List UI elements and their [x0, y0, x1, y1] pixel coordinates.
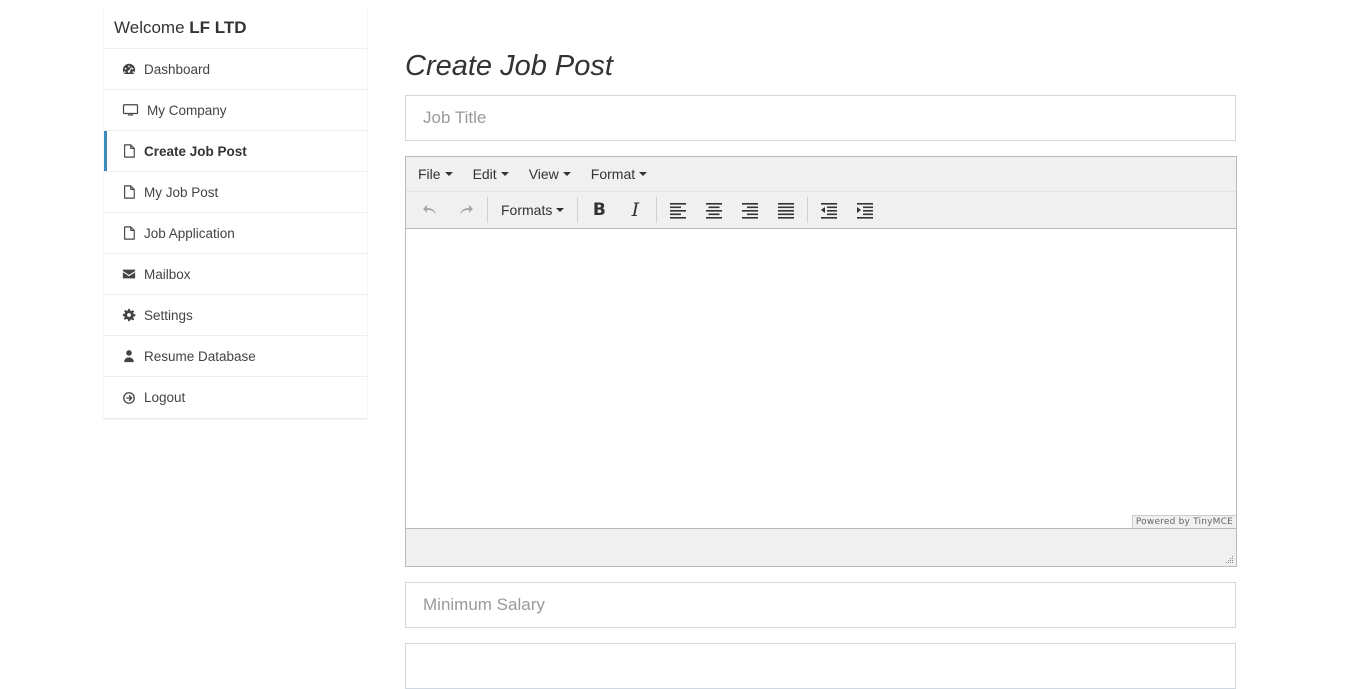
- rich-text-editor: File Edit View Format Formats B I Powere…: [405, 156, 1237, 567]
- editor-toolbar: Formats B I: [406, 192, 1236, 229]
- dashboard-icon: [122, 62, 136, 76]
- outdent-icon: [821, 203, 838, 219]
- sidebar-item-job-application[interactable]: Job Application: [104, 213, 367, 254]
- editor-menubar: File Edit View Format: [406, 157, 1236, 192]
- page-title: Create Job Post: [405, 50, 613, 82]
- align-left-icon: [670, 203, 687, 219]
- sidebar-item-label: Logout: [144, 390, 186, 405]
- sidebar-item-label: Mailbox: [144, 266, 191, 282]
- align-right-button[interactable]: [732, 195, 768, 225]
- undo-button[interactable]: [412, 195, 448, 225]
- sidebar-item-label: Settings: [144, 307, 193, 323]
- sidebar-item-create-job-post[interactable]: Create Job Post: [104, 131, 367, 172]
- align-center-icon: [706, 203, 723, 219]
- sidebar-item-label: Job Application: [144, 225, 235, 241]
- toolbar-separator: [487, 197, 488, 223]
- job-title-input[interactable]: [405, 95, 1236, 141]
- caret-down-icon: [562, 172, 571, 176]
- menu-view[interactable]: View: [523, 166, 577, 182]
- menu-label: View: [528, 166, 559, 182]
- logout-icon: [122, 391, 136, 405]
- align-right-icon: [742, 203, 759, 219]
- envelope-icon: [122, 267, 136, 281]
- user-icon: [122, 349, 136, 363]
- sidebar-item-settings[interactable]: Settings: [104, 295, 367, 336]
- redo-icon: [460, 205, 473, 215]
- align-left-button[interactable]: [660, 195, 696, 225]
- menu-label: Edit: [472, 166, 497, 182]
- sidebar-item-dashboard[interactable]: Dashboard: [104, 49, 367, 90]
- editor-statusbar: [406, 529, 1236, 566]
- maximum-salary-input[interactable]: [405, 643, 1236, 689]
- sidebar-item-label: My Job Post: [144, 184, 219, 200]
- indent-icon: [857, 203, 874, 219]
- formats-dropdown[interactable]: Formats: [491, 195, 574, 225]
- menu-file[interactable]: File: [412, 166, 459, 182]
- italic-button[interactable]: I: [617, 195, 653, 225]
- sidebar-item-logout[interactable]: Logout: [104, 377, 367, 418]
- toolbar-separator: [807, 197, 809, 223]
- italic-icon: I: [631, 199, 640, 221]
- bold-button[interactable]: B: [581, 195, 617, 225]
- caret-down-icon: [639, 172, 648, 176]
- file-icon: [122, 144, 136, 158]
- sidebar-item-my-job-post[interactable]: My Job Post: [104, 172, 367, 213]
- caret-down-icon: [556, 208, 565, 212]
- sidebar-item-label: My Company: [147, 102, 227, 118]
- menu-format[interactable]: Format: [585, 166, 653, 182]
- bold-icon: B: [592, 200, 606, 220]
- gear-icon: [122, 308, 136, 322]
- sidebar-item-resume-database[interactable]: Resume Database: [104, 336, 367, 377]
- file-icon: [122, 185, 136, 199]
- outdent-button[interactable]: [811, 195, 847, 225]
- sidebar: Welcome LF LTD Dashboard My Company Crea…: [104, 9, 367, 418]
- minimum-salary-input[interactable]: [405, 582, 1236, 628]
- toolbar-separator: [656, 197, 658, 223]
- menu-label: File: [418, 166, 441, 182]
- welcome-header: Welcome LF LTD: [104, 9, 367, 49]
- align-justify-button[interactable]: [768, 195, 804, 225]
- toolbar-separator: [577, 197, 579, 223]
- welcome-text: Welcome: [114, 18, 185, 37]
- menu-label: Format: [590, 166, 636, 182]
- sidebar-item-my-company[interactable]: My Company: [104, 90, 367, 131]
- caret-down-icon: [500, 172, 509, 176]
- powered-by-label[interactable]: Powered by TinyMCE: [1131, 515, 1236, 528]
- file-icon: [122, 226, 136, 240]
- menu-edit[interactable]: Edit: [467, 166, 515, 182]
- redo-button[interactable]: [448, 195, 484, 225]
- sidebar-item-label: Resume Database: [144, 348, 256, 364]
- align-justify-icon: [778, 203, 795, 219]
- editor-content-area[interactable]: Powered by TinyMCE: [406, 229, 1236, 529]
- desktop-icon: [122, 103, 139, 117]
- indent-button[interactable]: [847, 195, 883, 225]
- undo-icon: [423, 205, 436, 215]
- sidebar-item-label: Create Job Post: [144, 143, 247, 159]
- sidebar-item-label: Dashboard: [144, 61, 211, 77]
- caret-down-icon: [444, 172, 453, 176]
- resize-handle-icon[interactable]: [1225, 555, 1234, 564]
- sidebar-item-mailbox[interactable]: Mailbox: [104, 254, 367, 295]
- align-center-button[interactable]: [696, 195, 732, 225]
- formats-label: Formats: [501, 202, 553, 218]
- company-name: LF LTD: [189, 18, 247, 37]
